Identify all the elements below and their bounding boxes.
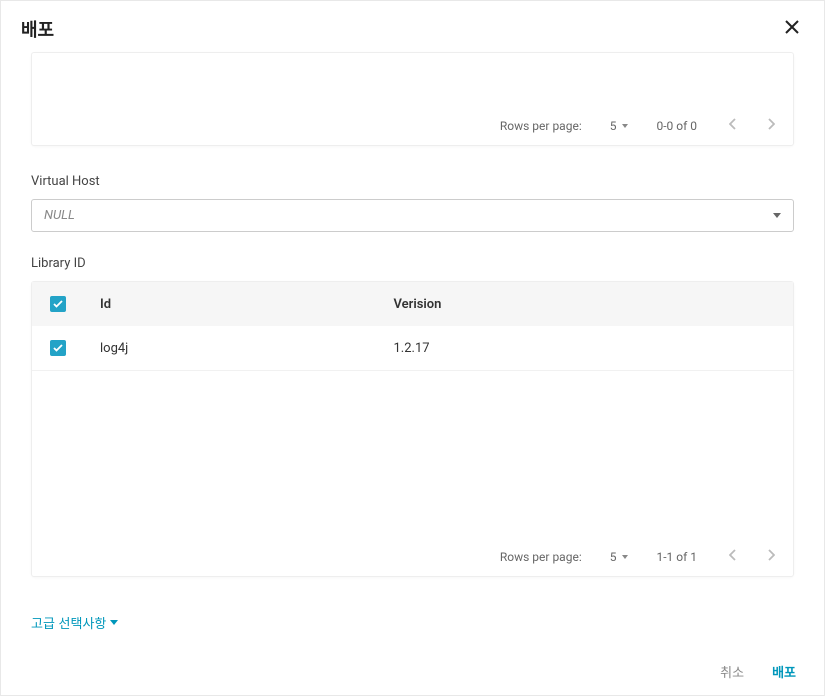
- library-pagination: Rows per page: 5 1-1 of 1: [32, 537, 793, 576]
- virtual-host-label: Virtual Host: [31, 174, 794, 189]
- cell-version: 1.2.17: [393, 341, 775, 356]
- row-checkbox[interactable]: [50, 340, 66, 356]
- dialog-title: 배포: [21, 16, 54, 42]
- check-icon: [53, 300, 63, 308]
- close-icon: [784, 19, 800, 39]
- rows-per-page-label: Rows per page:: [500, 550, 582, 564]
- caret-down-icon: [773, 213, 781, 218]
- upper-pagination: Rows per page: 5 0-0 of 0: [32, 106, 793, 145]
- deploy-button[interactable]: 배포: [772, 662, 796, 681]
- next-page-button[interactable]: [763, 547, 779, 566]
- chevron-right-icon: [767, 549, 775, 561]
- chevron-left-icon: [729, 118, 737, 130]
- advanced-options-label: 고급 선택사항: [31, 613, 106, 632]
- dialog-footer: 취소 배포: [720, 662, 796, 681]
- page-range: 1-1 of 1: [656, 550, 697, 564]
- rows-per-page-value: 5: [610, 550, 617, 564]
- check-icon: [53, 344, 63, 352]
- caret-down-icon: [622, 124, 628, 128]
- table-row[interactable]: log4j 1.2.17: [32, 326, 793, 371]
- table-header: Id Verision: [32, 282, 793, 326]
- column-header-version[interactable]: Verision: [393, 297, 775, 312]
- caret-down-icon: [110, 620, 118, 625]
- upper-table-card: Rows per page: 5 0-0 of 0: [31, 52, 794, 146]
- select-all-checkbox[interactable]: [50, 296, 66, 312]
- cancel-button[interactable]: 취소: [720, 662, 744, 681]
- cell-id: log4j: [100, 341, 393, 356]
- rows-per-page-select[interactable]: 5: [610, 550, 629, 564]
- advanced-options-toggle[interactable]: 고급 선택사항: [31, 613, 118, 632]
- chevron-right-icon: [767, 118, 775, 130]
- rows-per-page-value: 5: [610, 119, 617, 133]
- prev-page-button[interactable]: [725, 116, 741, 135]
- library-table-card: Id Verision log4j 1.2.17 Rows per page: …: [31, 281, 794, 577]
- page-range: 0-0 of 0: [656, 119, 697, 133]
- caret-down-icon: [622, 555, 628, 559]
- column-header-id[interactable]: Id: [100, 297, 393, 312]
- virtual-host-select[interactable]: NULL: [31, 199, 794, 232]
- close-button[interactable]: [780, 15, 804, 42]
- virtual-host-value: NULL: [44, 208, 75, 223]
- chevron-left-icon: [729, 549, 737, 561]
- rows-per-page-label: Rows per page:: [500, 119, 582, 133]
- next-page-button[interactable]: [763, 116, 779, 135]
- prev-page-button[interactable]: [725, 547, 741, 566]
- library-id-label: Library ID: [31, 256, 794, 271]
- rows-per-page-select[interactable]: 5: [610, 119, 629, 133]
